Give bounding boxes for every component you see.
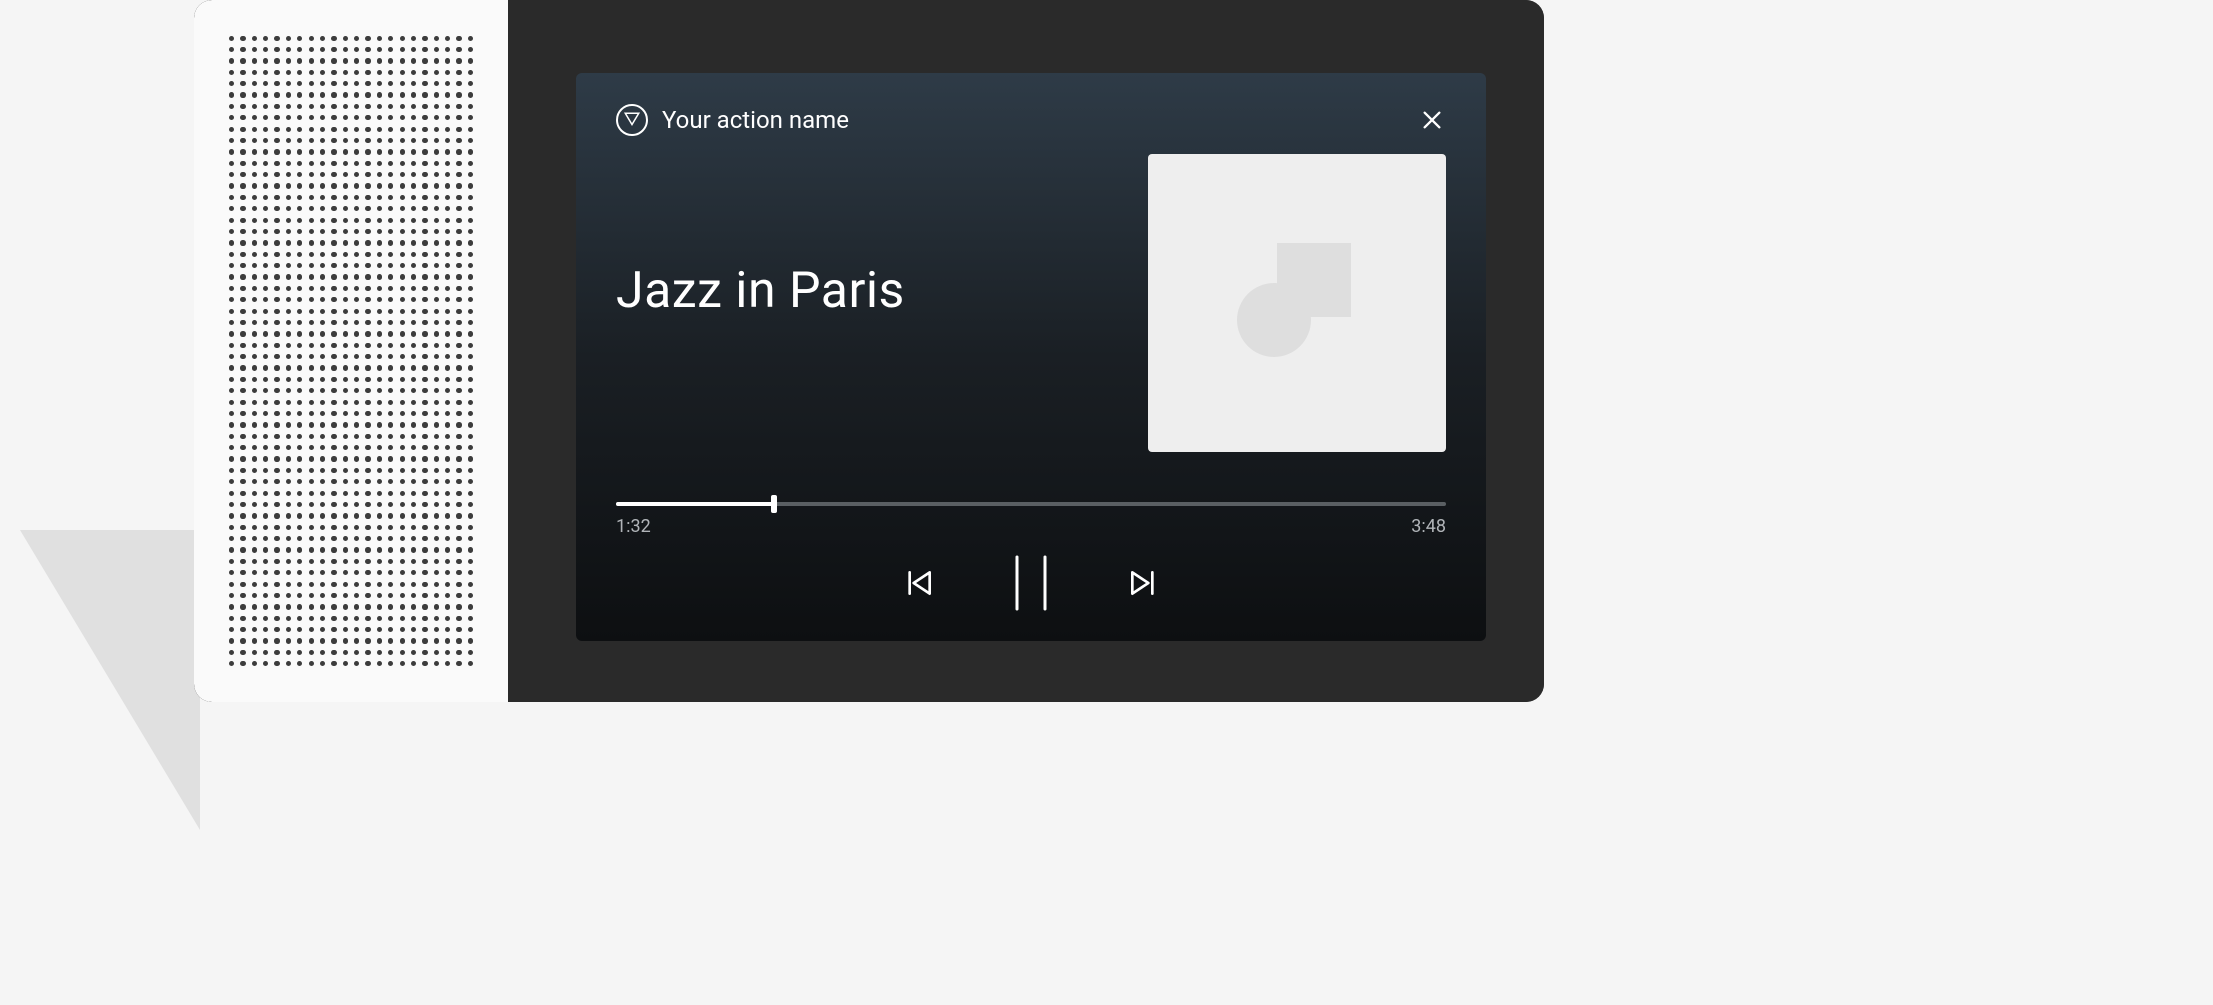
skip-next-icon <box>1127 567 1159 599</box>
skip-previous-icon <box>903 567 935 599</box>
smart-display-device: Your action name Jazz in Paris <box>194 0 1544 702</box>
pause-icon <box>1013 555 1049 611</box>
seek-thumb[interactable] <box>771 495 777 513</box>
album-art-placeholder <box>1148 154 1446 452</box>
media-player-card: Your action name Jazz in Paris <box>576 73 1486 641</box>
action-logo-icon <box>616 104 648 136</box>
card-body: Jazz in Paris <box>616 139 1446 502</box>
next-button[interactable] <box>1127 567 1159 599</box>
album-placeholder-icon <box>1237 243 1357 363</box>
current-time: 1:32 <box>616 516 651 537</box>
seek-bar[interactable] <box>616 502 1446 506</box>
speaker-dots <box>229 16 473 687</box>
seek-fill <box>616 502 774 506</box>
speaker-grille <box>194 0 508 702</box>
action-name-label: Your action name <box>662 106 849 134</box>
playback-controls <box>616 555 1446 611</box>
time-labels: 1:32 3:48 <box>616 516 1446 537</box>
close-button[interactable] <box>1418 106 1446 134</box>
device-stand-shadow <box>20 530 200 830</box>
track-title: Jazz in Paris <box>616 262 905 320</box>
device-screen: Your action name Jazz in Paris <box>508 0 1544 702</box>
progress-section: 1:32 3:48 <box>616 502 1446 611</box>
card-header: Your action name <box>616 101 1446 139</box>
total-time: 3:48 <box>1411 516 1446 537</box>
close-icon <box>1421 109 1443 131</box>
pause-button[interactable] <box>1013 555 1049 611</box>
previous-button[interactable] <box>903 567 935 599</box>
header-left: Your action name <box>616 104 849 136</box>
